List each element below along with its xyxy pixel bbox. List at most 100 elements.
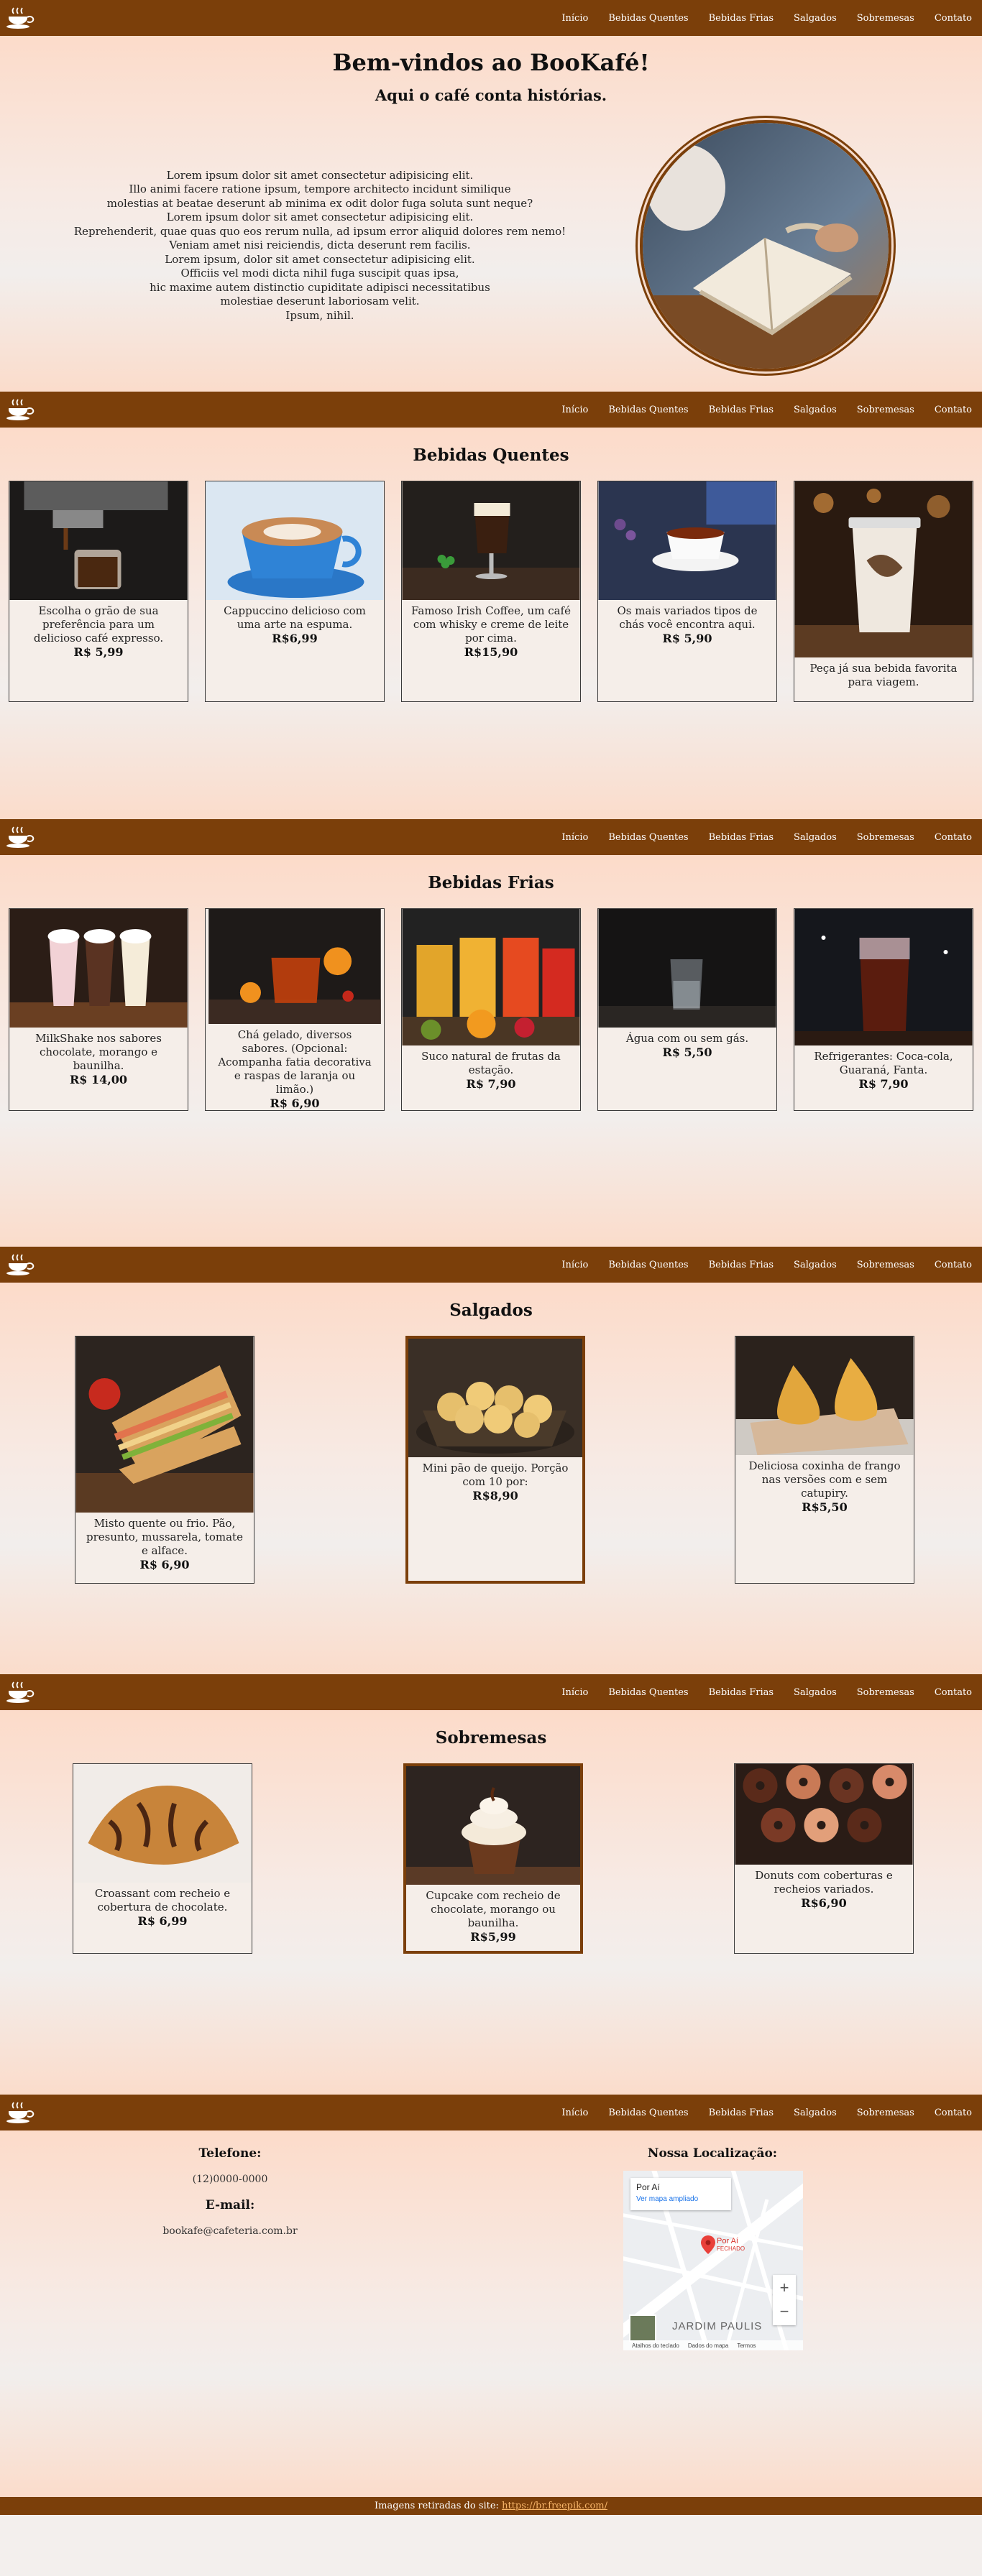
nav-link-salgados[interactable]: Salgados	[794, 405, 837, 415]
product-card[interactable]: Refrigerantes: Coca-cola, Guaraná, Fanta…	[794, 908, 973, 1111]
product-price: R$ 6,99	[137, 1914, 188, 1928]
coffee-cup-logo-icon[interactable]	[1, 393, 37, 426]
nav-link-salgados[interactable]: Salgados	[794, 1687, 837, 1698]
product-price: R$ 6,90	[270, 1097, 320, 1110]
contact-info: Telefone: (12)0000-0000 E-mail: bookafe@…	[0, 2146, 460, 2350]
product-card[interactable]: Donuts com coberturas e recheios variado…	[734, 1763, 914, 1954]
nav-link-bebidas-frias[interactable]: Bebidas Frias	[709, 2108, 774, 2118]
navbar: Início Bebidas Quentes Bebidas Frias Sal…	[0, 819, 982, 855]
nav-link-contato[interactable]: Contato	[935, 1260, 972, 1270]
nav-link-salgados[interactable]: Salgados	[794, 13, 837, 24]
product-card[interactable]: Os mais variados tipos de chás você enco…	[597, 481, 777, 702]
product-card[interactable]: Misto quente ou frio. Pão, presunto, mus…	[75, 1336, 254, 1584]
product-price: R$ 5,50	[662, 1045, 712, 1059]
coffee-cup-logo-icon[interactable]	[1, 2096, 37, 2129]
map-data-link[interactable]: Dados do mapa	[688, 2342, 728, 2349]
nav-link-sobremesas[interactable]: Sobremesas	[857, 13, 914, 24]
email-label: E-mail:	[205, 2198, 255, 2212]
nav-link-sobremesas[interactable]: Sobremesas	[857, 1260, 914, 1270]
product-card[interactable]: Croassant com recheio e cobertura de cho…	[73, 1763, 252, 1954]
nav-link-bebidas-quentes[interactable]: Bebidas Quentes	[608, 2108, 688, 2118]
nav-link-inicio[interactable]: Início	[561, 13, 588, 24]
nav-link-bebidas-frias[interactable]: Bebidas Frias	[709, 1687, 774, 1698]
terms-link[interactable]: Termos	[737, 2342, 756, 2349]
map-pin[interactable]	[701, 2235, 715, 2257]
coffee-cup-logo-icon[interactable]	[1, 1, 37, 34]
product-card[interactable]: Mini pão de queijo. Porção com 10 por: R…	[405, 1336, 585, 1584]
nav-link-salgados[interactable]: Salgados	[794, 2108, 837, 2118]
zoom-out-button[interactable]: −	[773, 2300, 796, 2325]
nav-link-inicio[interactable]: Início	[561, 2108, 588, 2118]
coffee-cup-logo-icon[interactable]	[1, 1248, 37, 1281]
product-description: Misto quente ou frio. Pão, presunto, mus…	[86, 1517, 243, 1557]
nav-link-bebidas-frias[interactable]: Bebidas Frias	[709, 1260, 774, 1270]
product-description: Famoso Irish Coffee, um café com whisky …	[411, 604, 571, 645]
nav-link-contato[interactable]: Contato	[935, 2108, 972, 2118]
product-price: R$5,99	[470, 1930, 516, 1944]
hero-text-line: Illo animi facere ratione ipsum, tempore…	[129, 183, 511, 196]
product-list: Misto quente ou frio. Pão, presunto, mus…	[0, 1336, 982, 1584]
expand-map-link[interactable]: Ver mapa ampliado	[636, 2195, 725, 2203]
nav-link-sobremesas[interactable]: Sobremesas	[857, 405, 914, 415]
product-price: R$15,90	[464, 645, 518, 659]
zoom-in-button[interactable]: +	[773, 2275, 796, 2300]
nav-link-inicio[interactable]: Início	[561, 832, 588, 843]
phone-label: Telefone:	[198, 2146, 262, 2161]
navbar: Início Bebidas Quentes Bebidas Frias Sal…	[0, 0, 982, 36]
nav-link-contato[interactable]: Contato	[935, 1687, 972, 1698]
product-card[interactable]: Cappuccino delicioso com uma arte na esp…	[205, 481, 385, 702]
product-description: Água com ou sem gás.	[625, 1032, 749, 1045]
place-name: Por Aí	[636, 2182, 660, 2192]
product-card[interactable]: Famoso Irish Coffee, um café com whisky …	[401, 481, 581, 702]
nav-link-bebidas-frias[interactable]: Bebidas Frias	[709, 13, 774, 24]
email-address: bookafe@cafeteria.com.br	[162, 2225, 298, 2237]
product-card[interactable]: Deliciosa coxinha de frango nas versões …	[735, 1336, 914, 1584]
nav-link-sobremesas[interactable]: Sobremesas	[857, 1687, 914, 1698]
product-card[interactable]: Água com ou sem gás. R$ 5,50	[597, 908, 777, 1111]
map-embed[interactable]: Por Aí Ver mapa ampliado Por Aí FECHADO …	[623, 2171, 803, 2350]
navbar: Início Bebidas Quentes Bebidas Frias Sal…	[0, 392, 982, 428]
takeaway-cup-image	[794, 481, 973, 657]
nav-link-sobremesas[interactable]: Sobremesas	[857, 2108, 914, 2118]
nav-link-bebidas-quentes[interactable]: Bebidas Quentes	[608, 1260, 688, 1270]
nav-link-bebidas-quentes[interactable]: Bebidas Quentes	[608, 832, 688, 843]
sandwich-image	[75, 1337, 254, 1513]
product-card[interactable]: Escolha o grão de sua preferência para u…	[9, 481, 188, 702]
nav-link-inicio[interactable]: Início	[561, 1687, 588, 1698]
product-card[interactable]: Suco natural de frutas da estação. R$ 7,…	[401, 908, 581, 1111]
nav-link-salgados[interactable]: Salgados	[794, 832, 837, 843]
nav-link-contato[interactable]: Contato	[935, 13, 972, 24]
pin-status: FECHADO	[717, 2245, 745, 2252]
product-card[interactable]: Chá gelado, diversos sabores. (Opcional:…	[205, 908, 385, 1111]
nav-link-bebidas-frias[interactable]: Bebidas Frias	[709, 832, 774, 843]
satellite-thumbnail[interactable]	[629, 2314, 656, 2342]
coffee-cup-logo-icon[interactable]	[1, 1676, 37, 1709]
nav-link-sobremesas[interactable]: Sobremesas	[857, 832, 914, 843]
nav-link-bebidas-quentes[interactable]: Bebidas Quentes	[608, 13, 688, 24]
juice-image	[402, 909, 580, 1045]
nav-link-bebidas-quentes[interactable]: Bebidas Quentes	[608, 405, 688, 415]
product-card[interactable]: Peça já sua bebida favorita para viagem.	[794, 481, 973, 702]
nav-link-bebidas-quentes[interactable]: Bebidas Quentes	[608, 1687, 688, 1698]
product-description: Mini pão de queijo. Porção com 10 por:	[422, 1462, 569, 1488]
nav-link-salgados[interactable]: Salgados	[794, 1260, 837, 1270]
page-footer: Imagens retiradas do site: https://br.fr…	[0, 2497, 982, 2515]
keyboard-shortcuts-link[interactable]: Atalhos do teclado	[632, 2342, 679, 2349]
product-card[interactable]: Cupcake com recheio de chocolate, morang…	[403, 1763, 583, 1954]
freepik-link[interactable]: https://br.freepik.com/	[502, 2501, 607, 2511]
nav-link-inicio[interactable]: Início	[561, 405, 588, 415]
croissant-image	[73, 1764, 252, 1883]
nav-link-contato[interactable]: Contato	[935, 832, 972, 843]
section-title: Bebidas Frias	[428, 873, 554, 892]
nav-links: Início Bebidas Quentes Bebidas Frias Sal…	[561, 13, 972, 24]
nav-links: Início Bebidas Quentes Bebidas Frias Sal…	[561, 405, 972, 415]
section-salgados: Início Bebidas Quentes Bebidas Frias Sal…	[0, 1247, 982, 1674]
coffee-cup-logo-icon[interactable]	[1, 821, 37, 854]
hero-text-line: Reprehenderit, quae quas quo eos rerum n…	[73, 224, 566, 238]
nav-link-bebidas-frias[interactable]: Bebidas Frias	[709, 405, 774, 415]
product-description: Cupcake com recheio de chocolate, morang…	[426, 1889, 561, 1929]
espresso-image	[9, 481, 188, 600]
product-card[interactable]: MilkShake nos sabores chocolate, morango…	[9, 908, 188, 1111]
nav-link-contato[interactable]: Contato	[935, 405, 972, 415]
nav-link-inicio[interactable]: Início	[561, 1260, 588, 1270]
